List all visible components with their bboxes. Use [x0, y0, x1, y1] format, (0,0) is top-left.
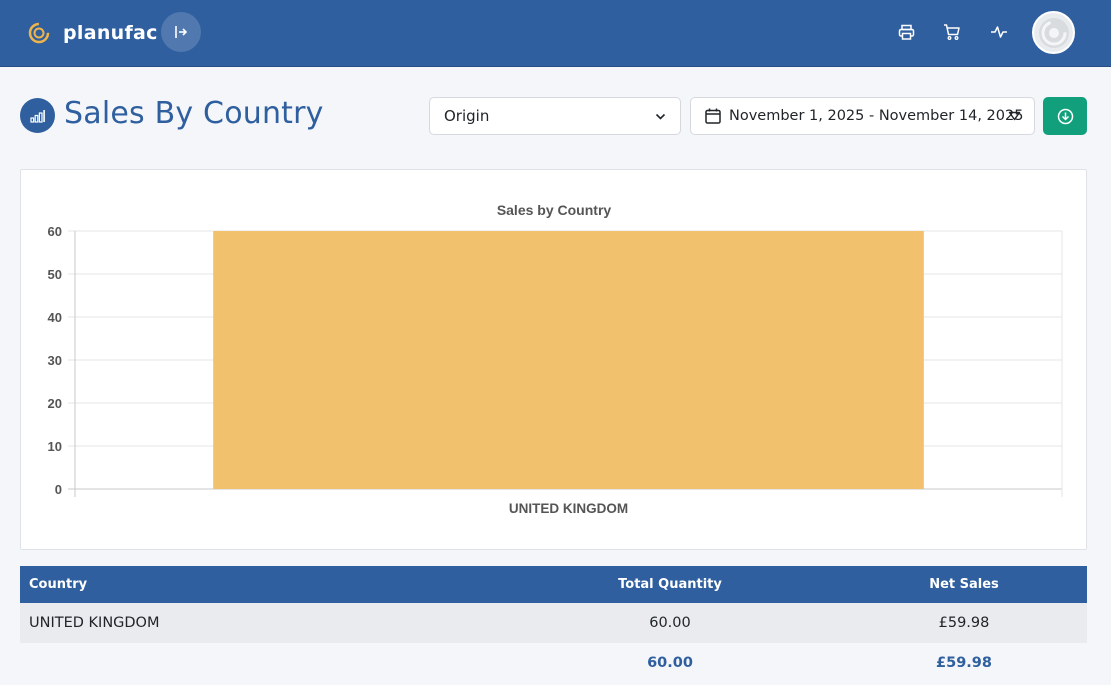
col-header-country[interactable]: Country: [29, 566, 87, 603]
y-tick-label: 60: [48, 224, 62, 239]
signal-bars-icon: [29, 109, 45, 123]
group-by-select[interactable]: Origin: [429, 97, 681, 135]
chart-title: Sales by Country: [497, 202, 612, 218]
page-title: Sales By Country: [64, 96, 324, 131]
sales-table: Country Total Quantity Net Sales UNITED …: [20, 566, 1087, 683]
table-header: Country Total Quantity Net Sales: [20, 566, 1087, 603]
download-circle-icon: [1057, 108, 1073, 124]
brand[interactable]: planufac: [28, 22, 158, 44]
report-icon-badge: [20, 98, 55, 133]
sidebar-toggle-button[interactable]: [161, 12, 201, 52]
cart-icon: [944, 24, 960, 40]
y-tick-label: 20: [48, 396, 62, 411]
avatar-icon: [1038, 17, 1069, 48]
table-row: UNITED KINGDOM 60.00 £59.98: [20, 603, 1087, 643]
download-button[interactable]: [1043, 97, 1087, 135]
table-totals-row: 60.00 £59.98: [20, 643, 1087, 683]
print-button[interactable]: [897, 23, 915, 41]
top-navbar: planufac: [0, 0, 1111, 67]
planufac-logo-icon: [28, 22, 50, 44]
group-by-value: Origin: [444, 107, 490, 125]
x-tick-label: UNITED KINGDOM: [509, 501, 628, 516]
expand-sidebar-icon: [175, 26, 188, 38]
y-tick-label: 0: [55, 482, 62, 497]
date-range-value: November 1, 2025 - November 14, 2025: [729, 108, 1024, 124]
print-icon: [898, 24, 914, 40]
sales-by-country-chart: Sales by Country 0 10 20 30 40 50 60 UNITED KIN…: [48, 202, 1063, 516]
total-quantity: 60.00: [647, 655, 693, 671]
user-avatar[interactable]: [1032, 11, 1075, 54]
col-header-net-sales[interactable]: Net Sales: [874, 566, 1054, 603]
cart-button[interactable]: [943, 23, 961, 41]
total-net-sales: £59.98: [936, 655, 992, 671]
y-tick-label: 10: [48, 439, 62, 454]
cell-net-sales: £59.98: [938, 615, 990, 631]
date-range-picker[interactable]: November 1, 2025 - November 14, 2025: [690, 97, 1035, 135]
y-tick-label: 30: [48, 353, 62, 368]
y-tick-label: 50: [48, 267, 62, 282]
brand-name: planufac: [63, 22, 158, 44]
col-header-total-quantity[interactable]: Total Quantity: [580, 566, 760, 603]
cell-country: UNITED KINGDOM: [29, 615, 160, 631]
calendar-icon: [705, 108, 721, 124]
chart-card: Sales by Country 0 10 20 30 40 50 60 UNITED KIN…: [20, 169, 1087, 550]
cell-quantity: 60.00: [649, 615, 691, 631]
bar-united-kingdom[interactable]: [213, 231, 924, 489]
y-tick-label: 40: [48, 310, 62, 325]
activity-icon: [991, 26, 1007, 38]
activity-button[interactable]: [990, 23, 1008, 41]
caret-down-icon: [1008, 111, 1021, 121]
chevron-down-icon: [655, 113, 666, 120]
